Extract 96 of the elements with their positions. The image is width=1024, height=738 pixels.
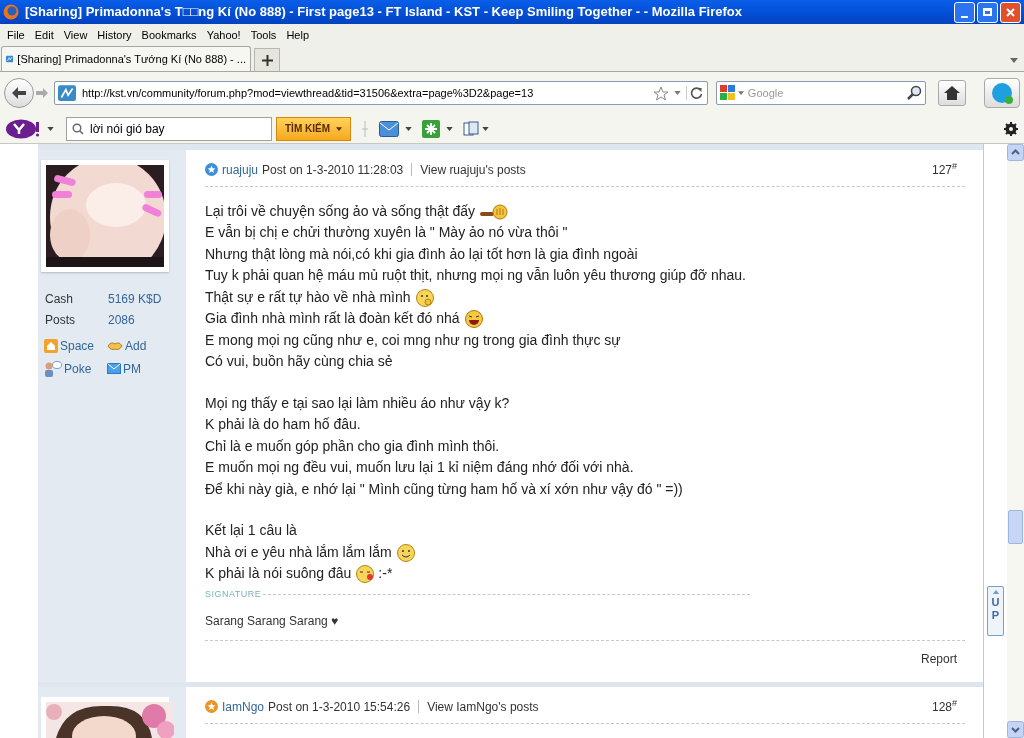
post-text-line: E vẫn bị chị e chửi thường xuyên là " Mày ảo nó vừa thôi " [205,223,568,243]
menu-item[interactable]: Help [281,26,314,44]
document-icon[interactable] [463,120,479,137]
menu-item[interactable]: History [92,26,137,44]
menu-item[interactable]: View [58,26,93,44]
post-text-line: K phải là nói suông đâu [205,564,352,584]
post-text-line: E muốn mọi ng đều vui, muốn lưu lại 1 kỉ niệm đáng nhớ đối với nhà. [205,458,634,478]
google-logo-icon [719,85,736,101]
plus-icon [261,54,273,66]
browser-tab[interactable]: [Sharing] Primadonna's Tướng Kí (No 888) - ... [1,46,251,71]
settings-icon[interactable] [1004,121,1018,136]
window-title: [Sharing] Primadonna's T□□ng Kí (No 888) - First page13 - FT Island - KST - Keep Smiling Together - - Mozilla Firefox [25,3,743,22]
post-time: Post on 1-3-2010 15:54:26 [268,699,411,716]
yahoo-search-button[interactable]: TÌM KIẾM [276,116,351,141]
post-time: Post on 1-3-2010 11:28:03 [262,161,404,179]
menu-item[interactable]: Edit [29,26,59,44]
profile-action-link[interactable]: Poke [44,359,107,378]
asterisk-icon[interactable] [422,119,440,138]
signature-text: Sarang Sarang Sarang ♥ [205,613,340,631]
post-text-line: Nhưng thật lòng mà nói,có khi gia đình ảo lại tốt hơn là gia đình ngoài [205,244,638,264]
emoticon-text: :-* [378,564,393,584]
kiss-emoticon-icon [355,564,376,585]
back-button[interactable] [4,78,34,108]
stat-value: 5169 K$D [108,290,163,308]
menu-item[interactable]: Bookmarks [136,26,202,44]
stat-label: Posts [45,311,76,329]
view-posts-link[interactable]: View ruajuju's posts [420,160,526,179]
mail-icon[interactable] [379,120,399,137]
author-link[interactable]: IamNgo [222,698,265,716]
firefox-logo-icon [3,4,19,20]
reload-icon[interactable] [685,86,704,100]
user-chat-icon [44,360,62,377]
dropdown-icon[interactable] [482,126,489,131]
maximize-button[interactable] [977,1,998,23]
signature-label: SIGNATURE [205,587,262,601]
post-text-line: Tuy k phải quan hệ máu mủ ruột thịt, nhưng mọi ng vẫn luôn yêu thương giúp đỡ nhau. [205,266,746,286]
envelope-icon [107,363,121,375]
profile-action-link[interactable]: PM [107,359,183,378]
skype-button[interactable] [984,78,1020,108]
site-favicon-icon [58,85,76,101]
stat-label: Cash [45,290,74,308]
scroll-thumb[interactable] [1008,510,1023,544]
post-text-line: E mong mọi ng cũng như e, coi mng như ng trong gia đình thực sự [205,330,621,350]
scrollbar[interactable] [1007,144,1024,738]
menu-item[interactable]: Tools [245,26,282,44]
dropdown-icon[interactable] [405,126,412,131]
menu-item[interactable]: File [2,26,30,44]
profile-action-link[interactable]: Add [107,336,183,355]
home-icon [44,338,58,353]
post-text-line: Có vui, buồn hãy cùng chia sẻ [205,352,393,372]
post-text-line: Để khi này già, e nhớ lại " Mình cũng từng ham hố và xí xớn như vậy đó " =)) [205,479,683,499]
toolbar-grip-icon [361,120,369,137]
menu-item[interactable]: Yahoo! [201,26,246,44]
hand-emoticon-icon [479,202,510,221]
minimize-button[interactable] [954,1,975,23]
home-icon [944,86,961,100]
author-link[interactable]: ruajuju [222,160,259,179]
view-posts-link[interactable]: View IamNgo's posts [427,698,539,716]
post-text-line: Gia đình nhà mình rất là đoàn kết đó nhá [205,309,460,329]
post-number: 127$^{#}$ [931,160,957,179]
smiley-icon [395,542,416,563]
search-field[interactable]: Google [747,84,907,102]
post-text-line: K phải là do ham hố đâu. [205,415,361,435]
dropdown-icon[interactable] [673,91,681,95]
laughing-emoticon-icon [463,309,484,330]
bookmark-star-icon[interactable] [652,85,669,101]
caret-icon [991,590,1000,594]
post-text-line: Nhà ơi e yêu nhà lắm lắm lắm [205,542,392,562]
dropdown-icon[interactable] [737,91,744,95]
post-text-line: Kết lại 1 câu là [205,521,297,541]
search-icon[interactable] [906,85,923,101]
post-text-line: Lại trôi về chuyện sống ảo và sống thật đấy [205,201,476,221]
new-tab-button[interactable] [254,48,280,71]
dropdown-icon[interactable] [47,126,54,131]
thinking-emoticon-icon [414,287,435,308]
close-button[interactable] [1000,1,1021,23]
post-number: 128$^{#}$ [931,698,957,716]
back-arrow-icon [12,87,26,99]
close-icon [1006,7,1015,17]
stat-value: 2086 [108,311,136,329]
post-text-line: Thật sự e rất tự hào về nhà mình [205,287,411,307]
caret-icon [336,126,342,131]
search-icon [72,122,84,135]
profile-action-link[interactable]: Space [44,336,107,355]
home-button[interactable] [938,80,967,106]
dropdown-icon[interactable] [1010,58,1018,63]
dropdown-icon[interactable] [446,126,453,131]
yahoo-logo-icon[interactable] [6,118,40,139]
scroll-up-button[interactable]: UP [987,586,1004,636]
post-text-line: Mọi ng thấy e tại sao lại làm nhiều áo như vậy k? [205,393,510,413]
post-text-line: Chỉ là e muốn góp phần cho gia đình mình thôi. [205,436,500,456]
yahoo-search-field[interactable]: lời nói gió bay [66,116,272,141]
report-link[interactable]: Report [920,650,957,669]
skype-logo-icon [991,82,1014,104]
search-bar[interactable]: Google [715,81,927,105]
address-field[interactable]: http://kst.vn/community/forum.php?mod=viewthread&tid=31506&extra=page%3D2&page=13 [54,81,708,105]
